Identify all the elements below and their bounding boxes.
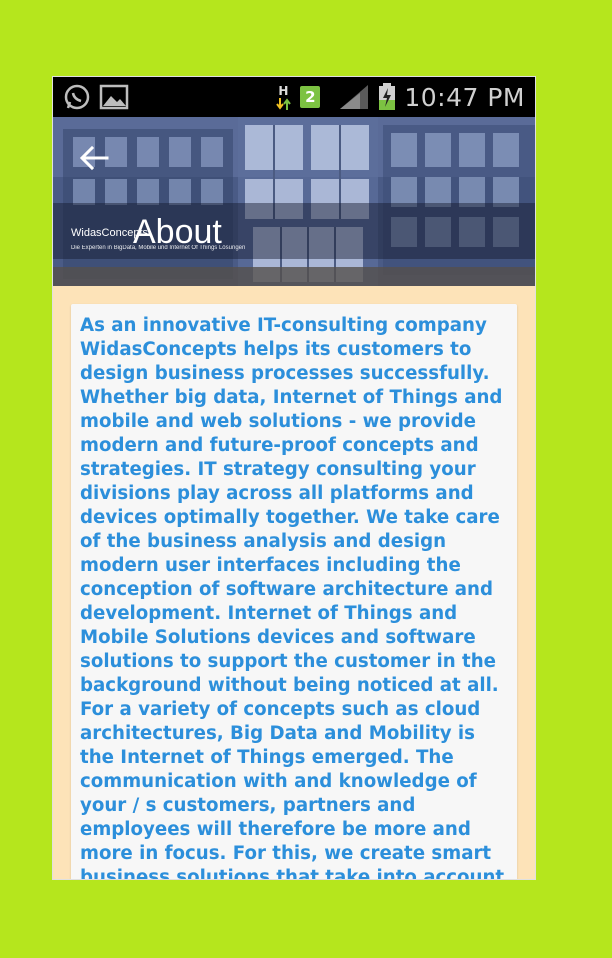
page-title: About [133,213,222,251]
battery-charging-icon [379,83,396,110]
status-system: H 2 10:47 PM [276,81,525,113]
network-type-label: H [278,84,289,98]
network-h-icon: H [276,84,292,110]
image-icon [99,84,129,110]
whatsapp-icon [64,84,90,110]
signal-icon [340,85,369,109]
status-notifications [63,83,129,111]
phone-screen: H 2 10:47 PM WidasConcepts Die Experten … [52,76,536,880]
about-card: As an innovative IT-consulting company W… [71,304,517,880]
notification-badge: 2 [300,86,321,108]
status-time: 10:47 PM [404,82,525,112]
content-area[interactable]: As an innovative IT-consulting company W… [53,286,535,880]
app-header: WidasConcepts Die Experten in BigData, M… [53,117,535,286]
status-bar: H 2 10:47 PM [53,77,535,117]
back-arrow-icon[interactable] [79,145,109,171]
about-text: As an innovative IT-consulting company W… [80,315,505,880]
header-building-image [53,117,535,286]
